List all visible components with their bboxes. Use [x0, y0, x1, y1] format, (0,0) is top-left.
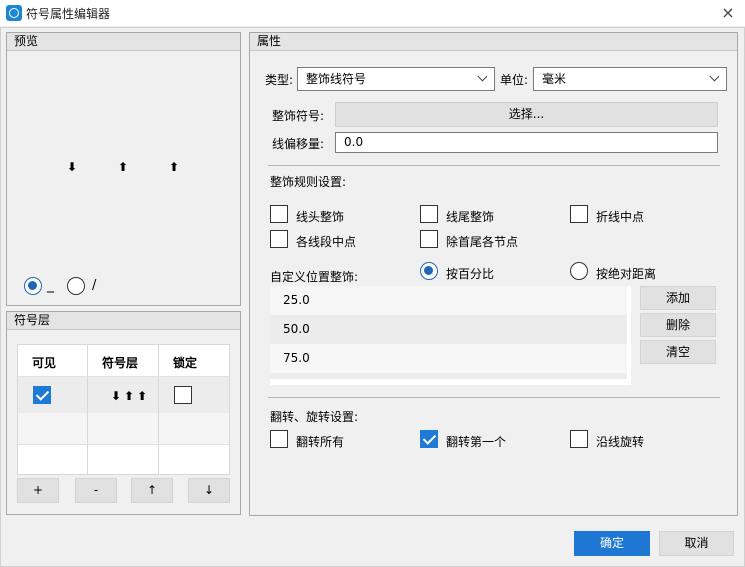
layer-lock-checkbox[interactable] [174, 386, 192, 404]
rule-line-head-checkbox[interactable] [270, 205, 288, 223]
flip-all-checkbox[interactable] [270, 430, 288, 448]
ok-button[interactable]: 确定 [574, 531, 650, 556]
title-bar: 符号属性编辑器 × [0, 0, 745, 27]
flip-first-checkbox[interactable] [420, 430, 438, 448]
preview-style-radio-slash[interactable] [67, 277, 85, 295]
properties-panel: 属性 类型: 整饰线符号 单位: 毫米 整饰符号: 选择... 线偏移量: 0.… [249, 32, 738, 516]
arrow-up-icon: ⬆ [169, 160, 180, 174]
rotate-along-label: 沿线旋转 [596, 435, 645, 449]
chevron-down-icon [709, 71, 720, 82]
unit-label: 单位: [500, 73, 529, 87]
list-item-partial [270, 373, 627, 379]
remove-layer-button[interactable]: - [75, 478, 117, 503]
layer-visible-checkbox[interactable] [33, 386, 51, 404]
rule-segment-mid-label: 各线段中点 [296, 235, 357, 249]
flip-title: 翻转、旋转设置: [270, 410, 359, 424]
rule-polyline-mid-label: 折线中点 [596, 210, 645, 224]
add-position-button[interactable]: 添加 [640, 286, 716, 310]
offset-input[interactable]: 0.0 [335, 132, 718, 153]
layers-panel: 符号层 可见 符号层 锁定 ⬇⬆⬆ + - ↑ ↓ [6, 311, 241, 515]
layers-header: 符号层 [7, 312, 240, 330]
preview-radio-line-label: _ [47, 277, 54, 293]
rule-inner-nodes-label: 除首尾各节点 [446, 235, 519, 249]
move-down-button[interactable]: ↓ [188, 478, 230, 503]
rule-line-head-label: 线头整饰 [296, 210, 345, 224]
rules-title: 整饰规则设置: [270, 175, 347, 189]
col-symbol-layer: 符号层 [102, 356, 139, 370]
col-lock: 锁定 [173, 356, 198, 370]
window-title: 符号属性编辑器 [26, 7, 111, 21]
mode-percent-radio[interactable] [420, 262, 438, 280]
rule-polyline-mid-checkbox[interactable] [570, 205, 588, 223]
flip-first-label: 翻转第一个 [446, 435, 507, 449]
offset-label: 线偏移量: [272, 137, 325, 151]
divider [268, 397, 720, 398]
rule-line-tail-checkbox[interactable] [420, 205, 438, 223]
type-select-value: 整饰线符号 [306, 72, 367, 86]
type-select[interactable]: 整饰线符号 [297, 67, 495, 91]
list-item[interactable]: 25.0 [270, 286, 627, 315]
add-layer-button[interactable]: + [17, 478, 59, 503]
position-list[interactable]: 25.0 50.0 75.0 [270, 286, 631, 385]
preview-radio-slash-label: / [92, 278, 97, 293]
preview-style-radio-line[interactable] [24, 277, 42, 295]
clear-positions-button[interactable]: 清空 [640, 340, 716, 364]
choose-symbol-button[interactable]: 选择... [335, 102, 718, 127]
unit-select-value: 毫米 [542, 72, 567, 86]
move-up-button[interactable]: ↑ [131, 478, 173, 503]
app-icon [6, 5, 22, 21]
cancel-button[interactable]: 取消 [659, 531, 734, 556]
mode-absolute-radio[interactable] [570, 262, 588, 280]
list-item[interactable]: 50.0 [270, 315, 627, 344]
list-item[interactable]: 75.0 [270, 344, 627, 373]
type-label: 类型: [265, 73, 294, 87]
custom-position-label: 自定义位置整饰: [270, 270, 359, 284]
mode-absolute-label: 按绝对距离 [596, 267, 657, 281]
preview-panel: 预览 ⬇ ⬆ ⬆ _ / [6, 32, 241, 306]
flip-all-label: 翻转所有 [296, 435, 345, 449]
arrow-down-icon: ⬇ [67, 160, 78, 174]
delete-position-button[interactable]: 删除 [640, 313, 716, 337]
rotate-along-checkbox[interactable] [570, 430, 588, 448]
divider [268, 165, 720, 166]
unit-select[interactable]: 毫米 [533, 67, 727, 91]
close-icon[interactable]: × [718, 3, 738, 23]
deco-symbol-label: 整饰符号: [272, 109, 325, 123]
rule-segment-mid-checkbox[interactable] [270, 230, 288, 248]
chevron-down-icon [477, 71, 488, 82]
arrow-up-icon: ⬆ [118, 160, 129, 174]
table-row-empty [18, 413, 229, 444]
layers-table: 可见 符号层 锁定 ⬇⬆⬆ [17, 344, 230, 475]
properties-header: 属性 [250, 33, 737, 51]
rule-inner-nodes-checkbox[interactable] [420, 230, 438, 248]
rule-line-tail-label: 线尾整饰 [446, 210, 495, 224]
layer-symbol-preview: ⬇⬆⬆ [111, 389, 151, 403]
preview-header: 预览 [7, 33, 240, 51]
mode-percent-label: 按百分比 [446, 267, 495, 281]
col-visible: 可见 [32, 356, 57, 370]
